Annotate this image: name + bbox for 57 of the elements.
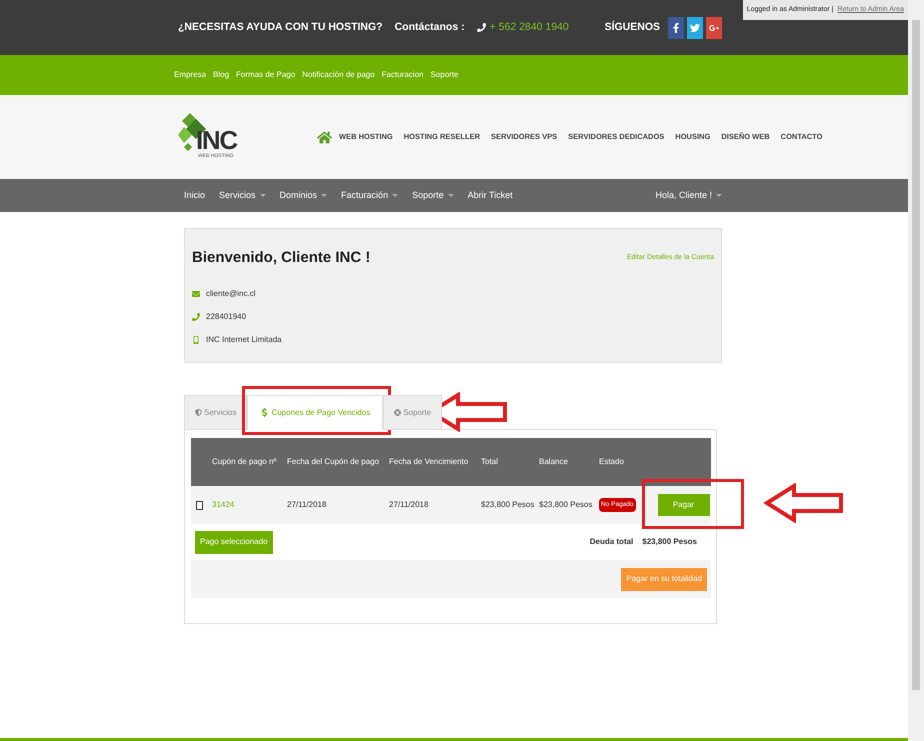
top-menu-link[interactable]: Blog xyxy=(213,69,230,81)
caret-icon xyxy=(448,194,454,197)
nav-link[interactable]: Servicios xyxy=(219,188,266,202)
pay-selected-button[interactable]: Pago seleccionado xyxy=(195,530,273,554)
welcome-title: Bienvenido, Cliente INC ! xyxy=(192,248,370,268)
nav-link[interactable]: Abrir Ticket xyxy=(468,188,513,202)
top-menu-link[interactable]: Formas de Pago xyxy=(236,69,296,81)
nav-link[interactable]: Soporte xyxy=(412,188,454,202)
nav-link[interactable]: Facturación xyxy=(341,188,398,202)
pay-button[interactable]: Pagar xyxy=(658,494,710,516)
total-label: Deuda total xyxy=(590,536,634,548)
tab[interactable]: Cupones de Pago Vencidos xyxy=(247,395,384,430)
top-menu-link[interactable]: Notificación de pago xyxy=(302,69,375,81)
phone-number: + 562 2840 1940 xyxy=(490,20,569,35)
account-detail: cliente@inc.cl xyxy=(206,288,256,300)
device-icon xyxy=(192,336,200,344)
column-header: Balance xyxy=(539,456,569,468)
dollar-icon xyxy=(260,408,270,417)
nav-link[interactable]: Inicio xyxy=(184,188,206,202)
twitter-icon[interactable] xyxy=(687,16,703,38)
checkbox[interactable] xyxy=(196,500,203,510)
google-plus-icon[interactable] xyxy=(706,16,722,38)
table-cell-text: $23,800 Pesos xyxy=(539,499,594,511)
caret-icon xyxy=(392,194,398,197)
account-detail: 228401940 xyxy=(206,310,246,322)
envelope-icon xyxy=(192,290,200,298)
table-cell-text: $23,800 Pesos xyxy=(481,499,536,511)
column-header: Fecha del Cupón de pago xyxy=(287,456,380,468)
user-menu[interactable]: Hola, Cliente ! xyxy=(655,188,722,202)
caret-icon xyxy=(321,194,328,197)
column-header: Estado xyxy=(599,456,625,468)
lifebuoy-icon xyxy=(394,409,402,416)
top-menu-link[interactable]: Facturacion xyxy=(382,69,424,81)
table-cell-text: 27/11/2018 xyxy=(389,499,430,511)
home-icon[interactable] xyxy=(317,130,332,144)
column-header: Fecha de Vencimiento xyxy=(389,456,470,468)
caret-icon xyxy=(716,194,722,197)
contact-label: Contáctanos : xyxy=(394,20,465,35)
caret-icon xyxy=(260,194,266,197)
nav-link[interactable]: Dominios xyxy=(280,188,328,202)
top-menu-link[interactable]: Soporte xyxy=(430,69,458,81)
phone-icon xyxy=(476,23,486,32)
column-header: Total xyxy=(481,456,499,468)
column-header: Cupón de pago nº xyxy=(212,456,278,468)
tab[interactable]: Servicios xyxy=(184,395,248,430)
scrollbar-thumb[interactable] xyxy=(912,20,920,690)
tab[interactable]: Soporte xyxy=(383,395,442,430)
follow-label: SÍGUENOS xyxy=(604,20,660,35)
shield-icon xyxy=(195,409,202,416)
account-detail: INC Internet Limitada xyxy=(206,334,282,346)
phone-icon xyxy=(192,312,200,320)
top-menu-link[interactable]: Empresa xyxy=(174,69,206,81)
total-value: $23,800 Pesos xyxy=(642,536,697,548)
table-cell-text: 27/11/2018 xyxy=(287,499,328,511)
facebook-icon[interactable] xyxy=(668,16,684,38)
help-heading: ¿NECESITAS AYUDA CON TU HOSTING? xyxy=(178,20,383,35)
logo-name: INC xyxy=(196,127,237,154)
